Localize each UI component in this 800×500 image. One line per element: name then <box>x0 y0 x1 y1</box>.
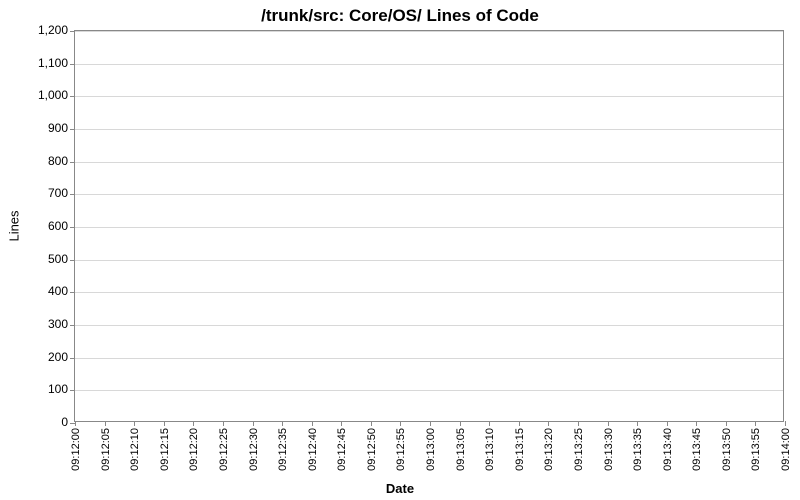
x-tick <box>253 421 254 426</box>
plot-area <box>74 30 784 422</box>
y-tick-label: 1,100 <box>38 56 68 70</box>
x-tick <box>519 421 520 426</box>
x-tick <box>75 421 76 426</box>
gridline <box>75 325 783 326</box>
x-tick <box>755 421 756 426</box>
y-tick <box>70 64 75 65</box>
x-tick-label: 09:12:45 <box>336 428 348 471</box>
x-tick-label: 09:12:40 <box>307 428 319 471</box>
x-tick <box>637 421 638 426</box>
x-tick <box>223 421 224 426</box>
x-tick <box>105 421 106 426</box>
x-tick <box>489 421 490 426</box>
x-tick-label: 09:13:55 <box>750 428 762 471</box>
gridline <box>75 260 783 261</box>
x-tick-label: 09:13:40 <box>662 428 674 471</box>
y-tick <box>70 260 75 261</box>
x-tick-label: 09:13:05 <box>455 428 467 471</box>
gridline <box>75 194 783 195</box>
gridline <box>75 64 783 65</box>
y-tick <box>70 162 75 163</box>
x-tick-label: 09:12:35 <box>277 428 289 471</box>
y-tick <box>70 31 75 32</box>
x-tick-label: 09:13:20 <box>543 428 555 471</box>
y-tick <box>70 325 75 326</box>
gridline <box>75 292 783 293</box>
x-tick-label: 09:12:10 <box>129 428 141 471</box>
y-tick <box>70 358 75 359</box>
y-tick <box>70 390 75 391</box>
x-tick <box>312 421 313 426</box>
x-tick <box>608 421 609 426</box>
x-tick-label: 09:12:15 <box>159 428 171 471</box>
y-tick-label: 900 <box>48 121 68 135</box>
chart-title: /trunk/src: Core/OS/ Lines of Code <box>0 6 800 26</box>
gridline <box>75 31 783 32</box>
x-tick <box>430 421 431 426</box>
gridline <box>75 227 783 228</box>
x-axis-label: Date <box>0 481 800 496</box>
y-tick <box>70 129 75 130</box>
y-tick <box>70 194 75 195</box>
x-tick-label: 09:13:15 <box>514 428 526 471</box>
x-tick-label: 09:13:30 <box>603 428 615 471</box>
x-tick-label: 09:12:00 <box>70 428 82 471</box>
x-tick-label: 09:14:00 <box>780 428 792 471</box>
x-tick <box>548 421 549 426</box>
x-tick-label: 09:12:30 <box>248 428 260 471</box>
gridline <box>75 129 783 130</box>
gridline <box>75 390 783 391</box>
y-tick-label: 400 <box>48 284 68 298</box>
y-tick-label: 1,000 <box>38 88 68 102</box>
y-tick-label: 100 <box>48 382 68 396</box>
gridline <box>75 162 783 163</box>
x-tick-label: 09:13:10 <box>484 428 496 471</box>
y-tick-label: 300 <box>48 317 68 331</box>
x-tick-label: 09:13:25 <box>573 428 585 471</box>
y-tick <box>70 96 75 97</box>
x-tick <box>696 421 697 426</box>
gridline <box>75 96 783 97</box>
chart-container: /trunk/src: Core/OS/ Lines of Code Lines… <box>0 0 800 500</box>
x-tick <box>134 421 135 426</box>
x-tick <box>193 421 194 426</box>
y-tick-label: 700 <box>48 186 68 200</box>
x-tick <box>400 421 401 426</box>
y-tick-label: 200 <box>48 350 68 364</box>
x-tick <box>785 421 786 426</box>
y-tick <box>70 292 75 293</box>
gridline <box>75 358 783 359</box>
x-tick-label: 09:12:55 <box>395 428 407 471</box>
x-tick-label: 09:13:00 <box>425 428 437 471</box>
y-tick-label: 500 <box>48 252 68 266</box>
y-tick <box>70 227 75 228</box>
x-tick-label: 09:12:50 <box>366 428 378 471</box>
x-tick-label: 09:12:25 <box>218 428 230 471</box>
x-tick <box>667 421 668 426</box>
x-tick <box>282 421 283 426</box>
x-tick <box>341 421 342 426</box>
y-tick-label: 600 <box>48 219 68 233</box>
x-tick <box>460 421 461 426</box>
y-axis-label: Lines <box>7 210 22 241</box>
x-tick-label: 09:13:45 <box>691 428 703 471</box>
y-tick-label: 0 <box>61 415 68 429</box>
x-tick-label: 09:13:50 <box>721 428 733 471</box>
x-tick-label: 09:13:35 <box>632 428 644 471</box>
x-tick-label: 09:12:20 <box>188 428 200 471</box>
x-tick <box>726 421 727 426</box>
x-tick-label: 09:12:05 <box>100 428 112 471</box>
y-tick-label: 800 <box>48 154 68 168</box>
x-tick <box>578 421 579 426</box>
y-tick-label: 1,200 <box>38 23 68 37</box>
x-tick <box>371 421 372 426</box>
x-tick <box>164 421 165 426</box>
